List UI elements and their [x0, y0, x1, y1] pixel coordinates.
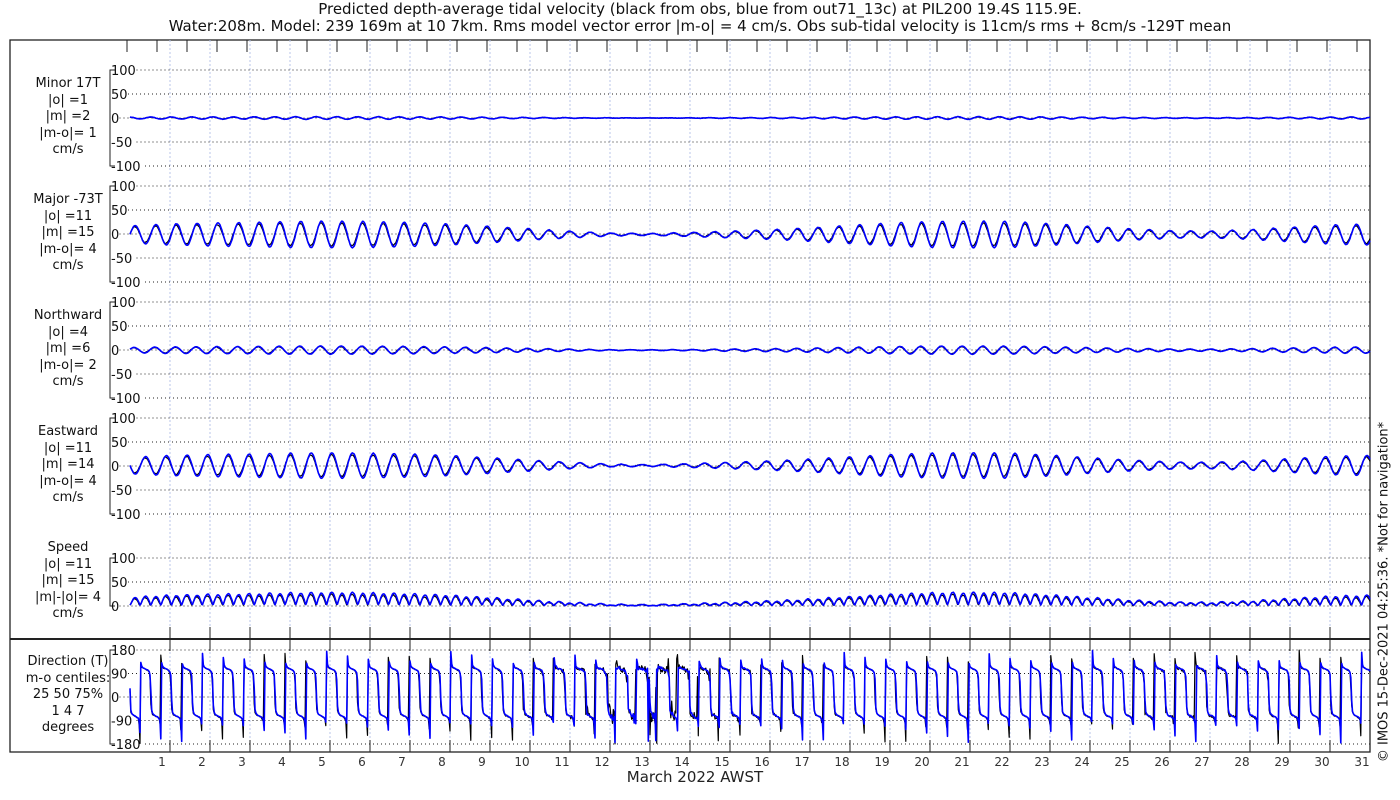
panel-label-line: |o| =11 [43, 208, 93, 224]
x-tick-label: 1 [158, 755, 166, 769]
panel-label-line: Direction (T) [27, 654, 109, 669]
x-tick-label: 29 [1274, 755, 1289, 769]
panel-label-line: cm/s [52, 258, 84, 273]
panel-label-line: |m| =2 [45, 109, 91, 124]
x-tick-label: 30 [1314, 755, 1329, 769]
x-tick-label: 24 [1074, 755, 1089, 769]
panel-label-line: |o| =1 [47, 92, 88, 108]
panel-label-east: Eastward |o| =11 |m| =14 |m-o|= 4 cm/s [3, 424, 133, 507]
panel-label-direction: Direction (T) m-o centiles: 25 50 75% 1 4 7… [3, 654, 133, 737]
panel-label-line: 25 50 75% [32, 687, 104, 702]
panel-label-speed: Speed |o| =11 |m| =15 |m|-|o|= 4 cm/s [3, 540, 133, 623]
x-tick-label: 10 [514, 755, 529, 769]
panel-label-line: |m| =15 [41, 573, 95, 588]
panel-label-line: |o| =4 [47, 324, 88, 340]
x-tick-label: 4 [278, 755, 286, 769]
x-tick-label: 22 [994, 755, 1009, 769]
x-tick-label: 16 [754, 755, 769, 769]
x-tick-label: 14 [674, 755, 689, 769]
panel-label-line: m-o centiles: [25, 670, 111, 686]
panel-label-line: cm/s [52, 142, 84, 157]
panel-label-minor: Minor 17T |o| =1 |m| =2 |m-o|= 1 cm/s [3, 76, 133, 159]
x-tick-label: 28 [1234, 755, 1249, 769]
x-tick-label: 13 [634, 755, 649, 769]
y-tick-label: -100 [111, 392, 141, 407]
panel-label-line: cm/s [52, 606, 84, 621]
x-tick-label: 6 [358, 755, 366, 769]
chart-plot: 1 2 3 4 5 6 7 8 9 10 11 12 13 14 15 16 17 18 19 20 21 22 23 24 2… [9, 39, 1371, 769]
panel-label-line: cm/s [52, 374, 84, 389]
panel-label-line: |m-o|= 4 [39, 241, 97, 257]
x-tick-label: 31 [1354, 755, 1369, 769]
panel-label-line: |m| =6 [45, 341, 91, 356]
panel-label-line: cm/s [52, 490, 84, 505]
x-axis-label: March 2022 AWST [626, 768, 764, 786]
x-tick-label: 5 [318, 755, 326, 769]
panel-label-line: |m|-|o|= 4 [34, 589, 102, 605]
panel-label-line: |m-o|= 1 [39, 125, 97, 141]
panel-label-line: |m| =14 [41, 457, 95, 472]
x-tick-label: 27 [1194, 755, 1209, 769]
panel-label-line: |o| =11 [43, 556, 93, 572]
x-tick-label: 9 [478, 755, 486, 769]
panel-label-line: |m| =15 [41, 225, 95, 240]
panel-label-line: Speed [47, 540, 89, 555]
x-tick-label: 17 [794, 755, 809, 769]
x-tick-label: 15 [714, 755, 729, 769]
x-tick-label: 3 [238, 755, 246, 769]
panel-label-north: Northward |o| =4 |m| =6 |m-o|= 2 cm/s [3, 308, 133, 391]
x-tick-label: 21 [954, 755, 969, 769]
model-line-north [129, 345, 1371, 356]
x-tick-label: 11 [554, 755, 569, 769]
panel-label-line: Northward [33, 308, 103, 323]
panel-label-line: Major -73T [33, 192, 103, 207]
x-tick-label: 7 [398, 755, 406, 769]
panel-label-line: |m-o|= 2 [39, 357, 97, 373]
x-tick-label: 18 [834, 755, 849, 769]
y-tick-label: -180 [111, 738, 141, 753]
x-tick-label: 8 [438, 755, 446, 769]
panel-label-line: degrees [41, 720, 95, 735]
panel-label-line: 1 4 7 [51, 703, 85, 719]
panel-label-line: |o| =11 [43, 440, 93, 456]
credit-text: © IMOS 15-Dec-2021 04:25:36. *Not for na… [1376, 421, 1392, 763]
x-tick-label: 25 [1114, 755, 1129, 769]
y-tick-label: -100 [111, 276, 141, 291]
x-tick-label: 19 [874, 755, 889, 769]
panel-label-line: Eastward [37, 424, 99, 439]
panel-label-line: Minor 17T [35, 76, 101, 91]
model-line-speed [129, 591, 1371, 607]
x-tick-label: 23 [1034, 755, 1049, 769]
x-tick-label: 12 [594, 755, 609, 769]
x-tick-label: 26 [1154, 755, 1169, 769]
y-tick-label: -100 [111, 160, 141, 175]
x-tick-label: 2 [198, 755, 206, 769]
x-tick-label: 20 [914, 755, 929, 769]
panel-label-major: Major -73T |o| =11 |m| =15 |m-o|= 4 cm/s [3, 192, 133, 275]
panel-label-line: |m-o|= 4 [39, 473, 97, 489]
y-tick-label: -100 [111, 508, 141, 523]
